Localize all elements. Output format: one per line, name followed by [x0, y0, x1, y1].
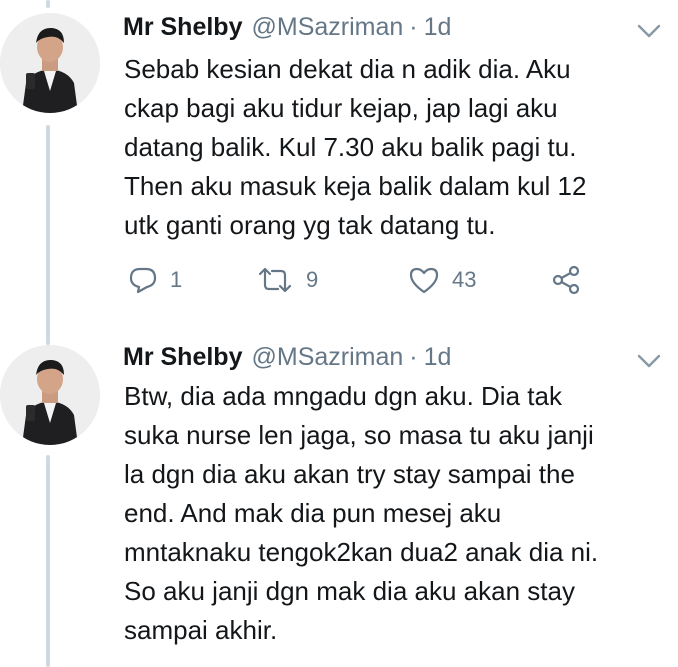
tweet-header: Mr Shelby @MSazriman · 1d — [123, 340, 451, 374]
reply-count: 1 — [170, 267, 183, 292]
display-name[interactable]: Mr Shelby — [123, 13, 242, 42]
tweet-text-line: utk ganti orang yg tak datang tu. — [124, 210, 496, 240]
tweet[interactable]: Mr Shelby @MSazriman · 1d Btw, dia ada m… — [0, 335, 678, 667]
chevron-down-icon[interactable] — [636, 22, 662, 40]
tweet-text-line: ckap bagi aku tidur kejap, jap lagi aku — [124, 93, 558, 123]
share-icon — [550, 264, 582, 296]
display-name[interactable]: Mr Shelby — [123, 343, 242, 372]
tweet-text-line: So aku janji dgn mak dia aku akan stay — [124, 576, 575, 606]
tweet[interactable]: Mr Shelby @MSazriman · 1d Sebab kesian d… — [0, 0, 678, 330]
timestamp[interactable]: 1d — [424, 13, 452, 42]
heart-icon — [408, 265, 440, 295]
avatar[interactable] — [0, 345, 100, 445]
tweet-actions: 1 9 43 — [128, 263, 598, 297]
tweet-text-line: Sebab kesian dekat dia n adik dia. Aku — [124, 54, 571, 84]
chevron-down-icon[interactable] — [636, 352, 662, 370]
tweet-text-line: end. And mak dia pun mesej aku — [124, 498, 502, 528]
tweet-header: Mr Shelby @MSazriman · 1d — [123, 10, 451, 44]
tweet-text-line: sampai akhir. — [124, 615, 278, 645]
tweet-text: Btw, dia ada mngadu dgn aku. Dia tak suk… — [124, 377, 664, 650]
separator: · — [409, 12, 418, 41]
user-handle[interactable]: @MSazriman — [251, 13, 403, 42]
tweet-text-line: Btw, dia ada mngadu dgn aku. Dia tak — [124, 381, 562, 411]
avatar[interactable] — [0, 13, 100, 113]
profile-photo — [0, 13, 100, 113]
tweet-text: Sebab kesian dekat dia n adik dia. Aku c… — [124, 50, 664, 245]
share-button[interactable] — [550, 263, 582, 297]
tweet-text-line: Then aku masuk keja balik dalam kul 12 — [124, 171, 587, 201]
tweet-text-line: mntaknaku tengok2kan dua2 anak dia ni. — [124, 537, 599, 567]
retweet-icon — [256, 265, 294, 295]
profile-photo — [0, 345, 100, 445]
reply-icon — [128, 265, 158, 295]
timestamp[interactable]: 1d — [424, 343, 452, 372]
tweet-text-line: suka nurse len jaga, so masa tu aku janj… — [124, 420, 594, 450]
reply-button[interactable]: 1 — [128, 263, 182, 297]
tweet-text-line: la dgn dia aku akan try stay sampai the — [124, 459, 575, 489]
like-count: 43 — [452, 267, 477, 292]
retweet-count: 9 — [306, 267, 319, 292]
tweet-text-line: datang balik. Kul 7.30 aku balik pagi tu… — [124, 132, 577, 162]
retweet-button[interactable]: 9 — [256, 263, 318, 297]
like-button[interactable]: 43 — [408, 263, 476, 297]
separator: · — [409, 342, 418, 371]
user-handle[interactable]: @MSazriman — [251, 343, 403, 372]
